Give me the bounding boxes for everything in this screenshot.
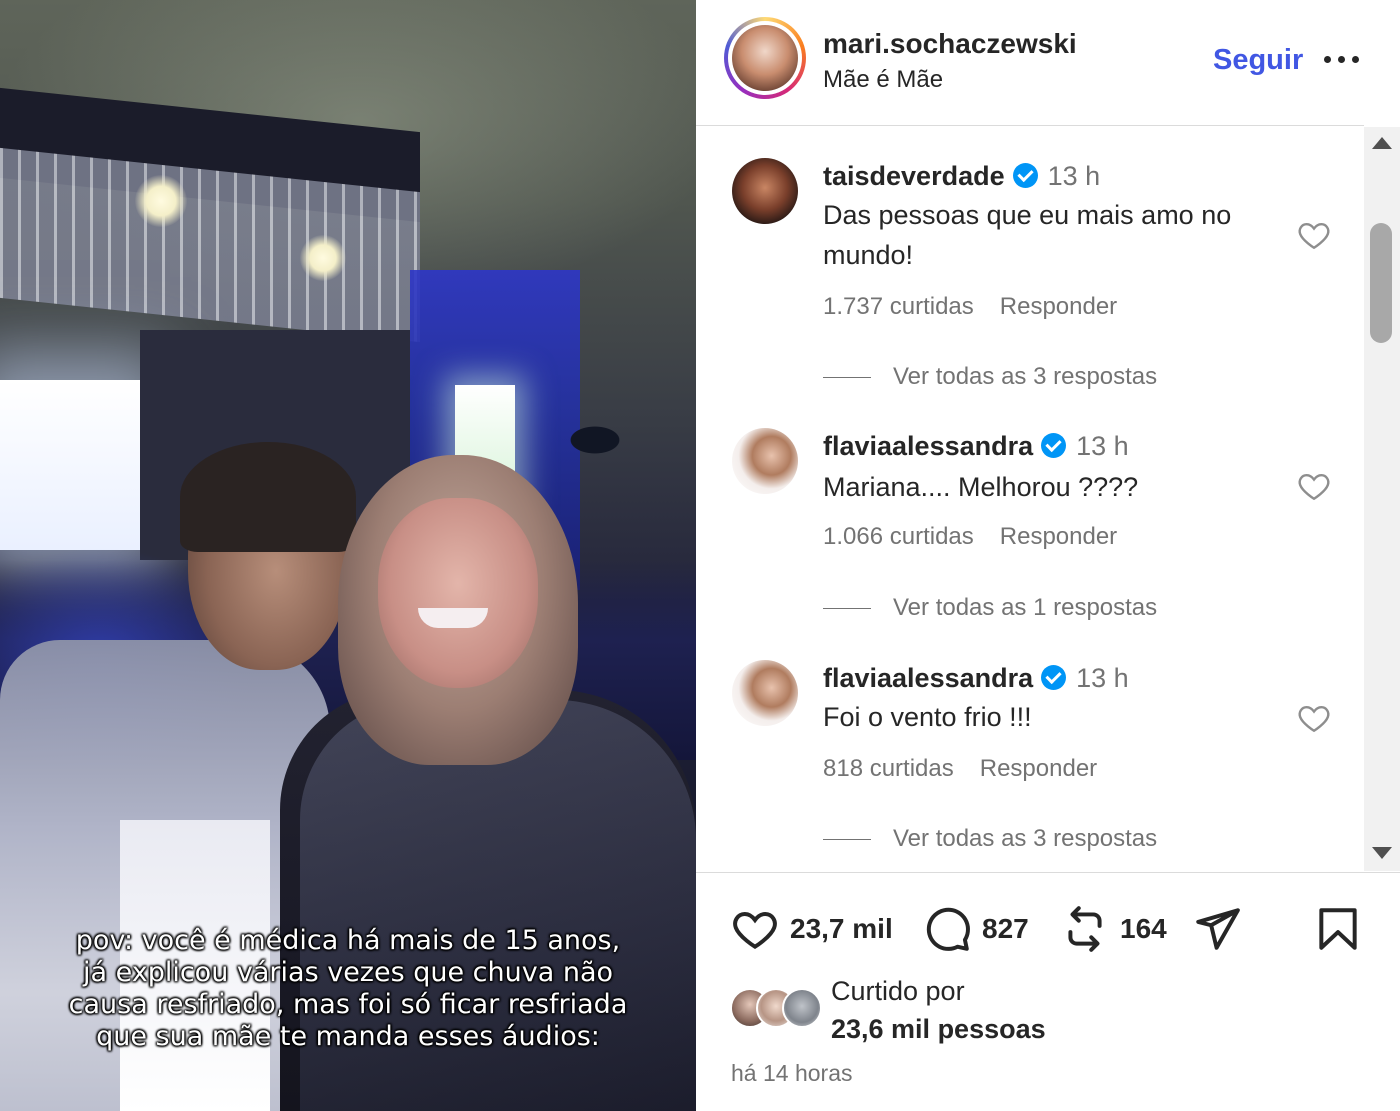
owner-avatar[interactable] bbox=[724, 17, 806, 99]
post-header: mari.sochaczewski Mãe é Mãe Seguir bbox=[696, 0, 1364, 126]
comment-like-count[interactable]: 818 curtidas bbox=[823, 755, 954, 782]
comment-avatar[interactable] bbox=[732, 428, 798, 494]
stage-screen bbox=[0, 380, 140, 550]
liker-avatar bbox=[782, 988, 822, 1028]
reply-button[interactable]: Responder bbox=[980, 755, 1097, 782]
post-timestamp[interactable]: há 14 horas bbox=[731, 1060, 852, 1087]
share-button[interactable] bbox=[1192, 903, 1242, 955]
view-replies-button[interactable]: Ver todas as 3 respostas bbox=[823, 363, 1157, 391]
repost-button[interactable]: 164 bbox=[1060, 903, 1167, 955]
verified-badge-icon bbox=[1041, 665, 1067, 690]
heart-icon bbox=[733, 912, 777, 950]
comment-username[interactable]: taisdeverdade bbox=[823, 161, 1005, 191]
comment-time: 13 h bbox=[1047, 161, 1101, 191]
actions-divider bbox=[696, 872, 1400, 873]
comments-list: taisdeverdade 13 h Das pessoas que eu mai… bbox=[696, 127, 1364, 871]
owner-subtitle[interactable]: Mãe é Mãe bbox=[823, 66, 943, 94]
comment-time: 13 h bbox=[1076, 431, 1129, 461]
comment-text: Das pessoas que eu mais amo no mundo! bbox=[823, 200, 1232, 270]
scroll-down-arrow-icon[interactable] bbox=[1372, 847, 1392, 859]
owner-avatar-image bbox=[732, 25, 798, 91]
save-button[interactable] bbox=[1313, 903, 1363, 955]
send-paper-plane-icon bbox=[1196, 908, 1240, 950]
comment-avatar[interactable] bbox=[732, 660, 798, 726]
comment-item: taisdeverdade 13 h Das pessoas que eu mai… bbox=[696, 127, 1364, 397]
stage-light bbox=[300, 235, 346, 281]
post-media[interactable]: pov: você é médica há mais de 15 anos, j… bbox=[0, 0, 696, 1111]
view-replies-label: Ver todas as 3 respostas bbox=[893, 363, 1158, 390]
stage-light bbox=[135, 175, 187, 227]
follow-button[interactable]: Seguir bbox=[1213, 44, 1303, 77]
view-replies-label: Ver todas as 1 respostas bbox=[893, 594, 1158, 621]
comment-item: flaviaalessandra 13 h Mariana.... Melhoro… bbox=[696, 397, 1364, 629]
comment-username[interactable]: flaviaalessandra bbox=[823, 431, 1033, 461]
liked-by-text[interactable]: Curtido por 23,6 mil pessoas bbox=[831, 972, 1046, 1048]
comment-text: Foi o vento frio !!! bbox=[823, 702, 1032, 732]
person-right-smile bbox=[418, 608, 488, 628]
liked-by-avatars[interactable] bbox=[730, 984, 840, 1030]
liked-by-prefix: Curtido por bbox=[831, 976, 965, 1006]
view-replies-button[interactable]: Ver todas as 1 respostas bbox=[823, 594, 1157, 622]
comment-avatar[interactable] bbox=[732, 158, 798, 224]
comments-scrollbar[interactable] bbox=[1364, 127, 1400, 871]
comment-like-heart-icon[interactable] bbox=[1296, 468, 1332, 504]
replies-divider bbox=[823, 608, 871, 610]
scroll-up-arrow-icon[interactable] bbox=[1372, 137, 1392, 149]
comment-like-heart-icon[interactable] bbox=[1296, 217, 1332, 253]
comment-like-count[interactable]: 1.737 curtidas bbox=[823, 293, 974, 320]
view-replies-button[interactable]: Ver todas as 3 respostas bbox=[823, 825, 1157, 853]
comment-like-heart-icon[interactable] bbox=[1296, 700, 1332, 736]
repost-count[interactable]: 164 bbox=[1120, 913, 1167, 945]
comment-text: Mariana.... Melhorou ???? bbox=[823, 472, 1139, 502]
comment-bubble-icon bbox=[926, 907, 970, 951]
like-count[interactable]: 23,7 mil bbox=[790, 913, 893, 945]
like-button[interactable]: 23,7 mil bbox=[730, 903, 893, 955]
scrollbar-thumb[interactable] bbox=[1370, 223, 1392, 343]
comment-count[interactable]: 827 bbox=[982, 913, 1029, 945]
more-options-icon[interactable] bbox=[1324, 48, 1364, 72]
comment-like-count[interactable]: 1.066 curtidas bbox=[823, 523, 974, 550]
person-left-hair bbox=[180, 442, 356, 552]
owner-username[interactable]: mari.sochaczewski bbox=[823, 28, 1077, 60]
replies-divider bbox=[823, 839, 871, 841]
comment-time: 13 h bbox=[1076, 663, 1129, 693]
post-side-panel: mari.sochaczewski Mãe é Mãe Seguir taisd… bbox=[696, 0, 1400, 1111]
replies-divider bbox=[823, 377, 871, 379]
repost-icon bbox=[1068, 906, 1102, 952]
comment-username[interactable]: flaviaalessandra bbox=[823, 663, 1033, 693]
comment-item: flaviaalessandra 13 h Foi o vento frio !!… bbox=[696, 629, 1364, 871]
view-replies-label: Ver todas as 3 respostas bbox=[893, 825, 1158, 852]
comment-button[interactable]: 827 bbox=[922, 903, 1029, 955]
verified-badge-icon bbox=[1012, 163, 1038, 188]
bookmark-icon bbox=[1319, 908, 1357, 950]
reply-button[interactable]: Responder bbox=[1000, 293, 1117, 320]
reply-button[interactable]: Responder bbox=[1000, 523, 1117, 550]
person-right-face bbox=[378, 498, 538, 688]
verified-badge-icon bbox=[1041, 433, 1067, 458]
media-caption: pov: você é médica há mais de 15 anos, j… bbox=[68, 925, 628, 1052]
liked-by-count[interactable]: 23,6 mil pessoas bbox=[831, 1010, 1046, 1048]
